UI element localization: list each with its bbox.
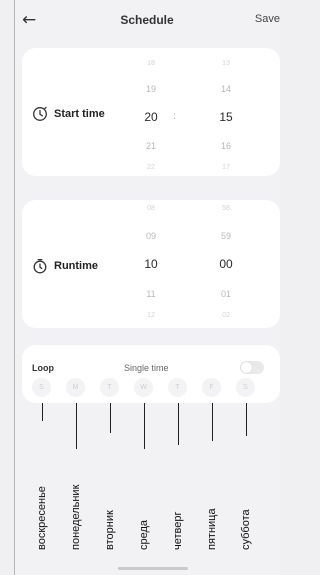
annotation-monday: понедельник	[70, 484, 82, 550]
weekday-annotations: воскресенье понедельник вторник среда че…	[14, 403, 280, 553]
annotation-sunday: воскресенье	[36, 486, 48, 550]
runtime-label: Runtime	[54, 260, 98, 272]
start-time-card: Start time 18 19 20 21 22 : 13 14 15 16 …	[22, 48, 280, 176]
start-hour-wheel[interactable]: 18 19 20 21 22	[134, 48, 168, 176]
annotation-wednesday: среда	[138, 519, 150, 550]
start-minute-wheel[interactable]: 13 14 15 16 17	[209, 48, 243, 176]
annotation-line	[144, 403, 145, 449]
home-indicator	[118, 567, 188, 570]
wheel-value: 16	[220, 141, 231, 151]
start-time-label: Start time	[54, 108, 105, 120]
wheel-value: 14	[220, 84, 231, 94]
time-separator: :	[173, 111, 176, 122]
wheel-value-selected: 00	[219, 257, 233, 271]
runtime-row: Runtime	[32, 258, 98, 274]
day-monday[interactable]: M	[66, 378, 85, 397]
annotation-saturday: суббота	[240, 509, 252, 550]
start-time-row: Start time	[32, 106, 105, 122]
annotation-line	[246, 403, 247, 436]
wheel-value-selected: 10	[144, 257, 158, 271]
timer-icon	[33, 258, 47, 274]
wheel-value: 58	[222, 205, 230, 212]
day-friday[interactable]: F	[202, 378, 221, 397]
wheel-value-selected: 15	[219, 110, 233, 124]
runtime-hour-wheel[interactable]: 08 09 10 11 12	[134, 200, 168, 328]
wheel-value: 13	[222, 60, 230, 67]
wheel-value: 12	[147, 312, 155, 319]
annotation-line	[42, 403, 43, 421]
header: ← Schedule Save	[14, 0, 280, 42]
runtime-minute-wheel[interactable]: 58 59 00 01 02	[209, 200, 243, 328]
runtime-card: Runtime 08 09 10 11 12 58 59 00 01 02	[22, 200, 280, 328]
weekday-selector: S M T W T F S	[22, 378, 280, 398]
wheel-value-selected: 20	[144, 110, 158, 124]
wheel-value: 17	[222, 164, 230, 171]
loop-mode-label: Single time	[124, 363, 169, 373]
day-saturday[interactable]: S	[236, 378, 255, 397]
wheel-value: 18	[147, 60, 155, 67]
wheel-value: 22	[147, 164, 155, 171]
page-title: Schedule	[120, 13, 174, 27]
annotation-line	[76, 403, 77, 449]
annotation-tuesday: вторник	[104, 510, 116, 550]
annotation-line	[110, 403, 111, 433]
wheel-value: 02	[222, 312, 230, 319]
day-thursday[interactable]: T	[168, 378, 187, 397]
wheel-value: 01	[220, 289, 231, 299]
annotation-line	[178, 403, 179, 445]
loop-label: Loop	[32, 363, 54, 373]
annotation-line	[212, 403, 213, 441]
day-wednesday[interactable]: W	[134, 378, 153, 397]
wheel-value: 19	[145, 84, 156, 94]
wheel-value: 59	[220, 231, 231, 241]
annotation-friday: пятница	[206, 508, 218, 550]
toggle-knob	[241, 362, 252, 373]
day-sunday[interactable]: S	[32, 378, 51, 397]
save-button[interactable]: Save	[255, 13, 280, 25]
wheel-value: 08	[147, 205, 155, 212]
loop-card: Loop Single time S M T W T F S	[22, 345, 280, 403]
wheel-value: 11	[146, 289, 156, 299]
annotation-thursday: четверг	[172, 511, 184, 551]
day-tuesday[interactable]: T	[100, 378, 119, 397]
wheel-value: 21	[145, 141, 156, 151]
loop-toggle[interactable]	[240, 361, 264, 374]
clock-icon	[33, 106, 47, 121]
wheel-value: 09	[145, 231, 156, 241]
